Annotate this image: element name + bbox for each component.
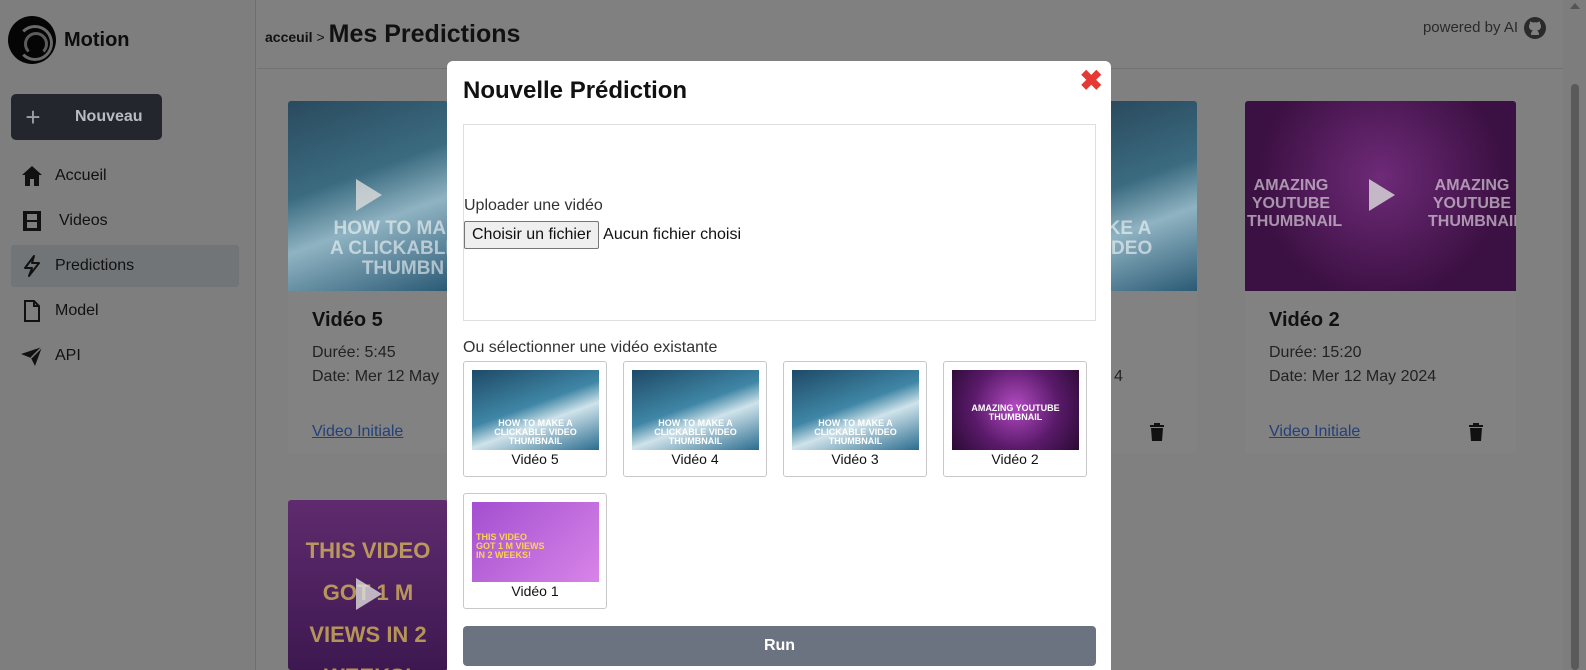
video-name: Vidéo 5 [511,451,559,467]
sidebar-item-label: Model [55,302,99,319]
thumbnail-text: THIS VIDEO GOT 1 M VIEWS IN 2 WEEKS! [476,532,545,560]
sidebar-item-label: Accueil [55,167,107,184]
powered-by-text: powered by AI [1422,19,1518,36]
existing-video-tile[interactable]: HOW TO MAKE A CLICKABLE VIDEO THUMBNAIL … [623,361,767,477]
thumbnail-text: AMAZING YOUTUBE THUMBNAIL [971,403,1060,422]
brand[interactable]: Motion [8,16,130,64]
video-card-3: KE A IDEO 4 [1108,101,1197,453]
card-duration: Durée: 15:20 [1269,344,1362,361]
card-date: Date: Mer 12 May 2024 [1269,368,1437,385]
card-title: Vidéo 2 [1269,309,1340,331]
new-button[interactable]: + Nouveau [11,94,162,140]
video-card-5: HOW TO MAKE A CLICKABLE V THUMBN Vidéo 5… [288,101,448,453]
sidebar-item-label: API [55,347,81,364]
upload-dropzone[interactable]: Uploader une vidéo Choisir un fichier Au… [463,124,1096,321]
trash-icon[interactable] [1149,423,1165,441]
video-thumbnail: HOW TO MAKE A CLICKABLE VIDEO THUMBNAIL [472,370,599,450]
video-card-2: AMAZING YOUTUBE THUMBNAIL AMAZING YOUTUB… [1245,101,1516,453]
video-thumbnail[interactable]: KE A IDEO [1108,101,1197,291]
close-icon[interactable]: ✖ [1080,67,1103,95]
existing-video-tile[interactable]: THIS VIDEO GOT 1 M VIEWS IN 2 WEEKS! Vid… [463,493,607,609]
file-status-text: Aucun fichier choisi [603,226,741,243]
paper-plane-icon [19,343,45,369]
top-bar: acceuil > Mes Predictions powered by AI [257,0,1563,69]
video-thumbnail: THIS VIDEO GOT 1 M VIEWS IN 2 WEEKS! [472,502,599,582]
plus-icon: + [25,102,41,132]
film-icon [19,208,45,234]
play-icon[interactable] [356,578,382,610]
thumbnail-text-right: AMAZING YOUTUBE THUMBNAIL [1428,177,1516,230]
sidebar-item-predictions[interactable]: Predictions [11,245,239,287]
video-thumbnail: AMAZING YOUTUBE THUMBNAIL [952,370,1079,450]
thumbnail-text: HOW TO MAKE A CLICKABLE V THUMBN [329,218,448,279]
card-date-fragment: 4 [1114,368,1123,385]
page-title: Mes Predictions [328,20,521,48]
play-icon[interactable] [1368,179,1395,211]
video-name: Vidéo 4 [671,451,719,467]
brand-name: Motion [64,28,130,51]
breadcrumb: acceuil > Mes Predictions [265,20,520,49]
video-thumbnail[interactable]: THIS VIDEO GOT 1 M VIEWS IN 2 WEEKS! [288,500,448,670]
video-initiale-link[interactable]: Video Initiale [1269,423,1360,441]
video-initiale-link[interactable]: Video Initiale [312,423,403,441]
breadcrumb-home-link[interactable]: acceuil [265,29,312,45]
thumbnail-text: KE A IDEO [1108,218,1153,259]
sidebar-item-videos[interactable]: Videos [11,200,239,242]
sidebar-item-model[interactable]: Model [11,290,239,332]
existing-video-tile[interactable]: AMAZING YOUTUBE THUMBNAIL Vidéo 2 [943,361,1087,477]
modal-title: Nouvelle Prédiction [463,77,688,104]
breadcrumb-separator: > [316,29,325,45]
thumbnail-text-left: AMAZING YOUTUBE THUMBNAIL [1247,177,1343,230]
video-name: Vidéo 3 [831,451,879,467]
sidebar-item-label: Predictions [55,257,135,274]
sidebar-item-api[interactable]: API [11,335,239,377]
video-name: Vidéo 1 [511,583,559,599]
choose-file-button[interactable]: Choisir un fichier [464,221,600,249]
video-thumbnail: HOW TO MAKE A CLICKABLE VIDEO THUMBNAIL [792,370,919,450]
motion-logo-icon [8,16,56,64]
bolt-icon [19,253,45,279]
thumbnail-text: HOW TO MAKE A CLICKABLE VIDEO THUMBNAIL [654,418,737,446]
thumbnail-text: HOW TO MAKE A CLICKABLE VIDEO THUMBNAIL [814,418,897,446]
github-icon[interactable] [1523,16,1547,40]
sidebar-nav: Accueil Videos Predictions Model API [11,155,239,380]
existing-video-tile[interactable]: HOW TO MAKE A CLICKABLE VIDEO THUMBNAIL … [783,361,927,477]
video-thumbnail: HOW TO MAKE A CLICKABLE VIDEO THUMBNAIL [632,370,759,450]
video-card-1: THIS VIDEO GOT 1 M VIEWS IN 2 WEEKS! [288,500,448,670]
card-date: Date: Mer 12 May [312,368,440,385]
play-icon[interactable] [356,179,382,211]
video-name: Vidéo 2 [991,451,1039,467]
upload-label: Uploader une vidéo [464,197,603,214]
video-thumbnail[interactable]: AMAZING YOUTUBE THUMBNAIL AMAZING YOUTUB… [1245,101,1516,291]
sidebar: Motion + Nouveau Accueil Videos Predicti… [0,0,256,670]
video-thumbnail[interactable]: HOW TO MAKE A CLICKABLE V THUMBN [288,101,448,291]
card-title: Vidéo 5 [312,309,383,331]
sidebar-item-accueil[interactable]: Accueil [11,155,239,197]
sidebar-item-label: Videos [59,212,108,229]
trash-icon[interactable] [1468,423,1484,441]
home-icon [19,163,45,189]
run-button[interactable]: Run [463,626,1096,666]
card-duration: Durée: 5:45 [312,344,396,361]
scrollbar-thumb[interactable] [1571,84,1579,670]
document-icon [19,298,45,324]
thumbnail-text: HOW TO MAKE A CLICKABLE VIDEO THUMBNAIL [494,418,577,446]
file-input[interactable]: Choisir un fichier Aucun fichier choisi [464,221,741,249]
scroll-up-icon[interactable] [1570,3,1580,9]
new-prediction-modal: Nouvelle Prédiction ✖ Uploader une vidéo… [447,61,1111,670]
new-button-label: Nouveau [75,108,143,125]
existing-video-label: Ou sélectionner une vidéo existante [463,339,718,356]
existing-video-tile[interactable]: HOW TO MAKE A CLICKABLE VIDEO THUMBNAIL … [463,361,607,477]
scrollbar[interactable] [1563,0,1586,670]
